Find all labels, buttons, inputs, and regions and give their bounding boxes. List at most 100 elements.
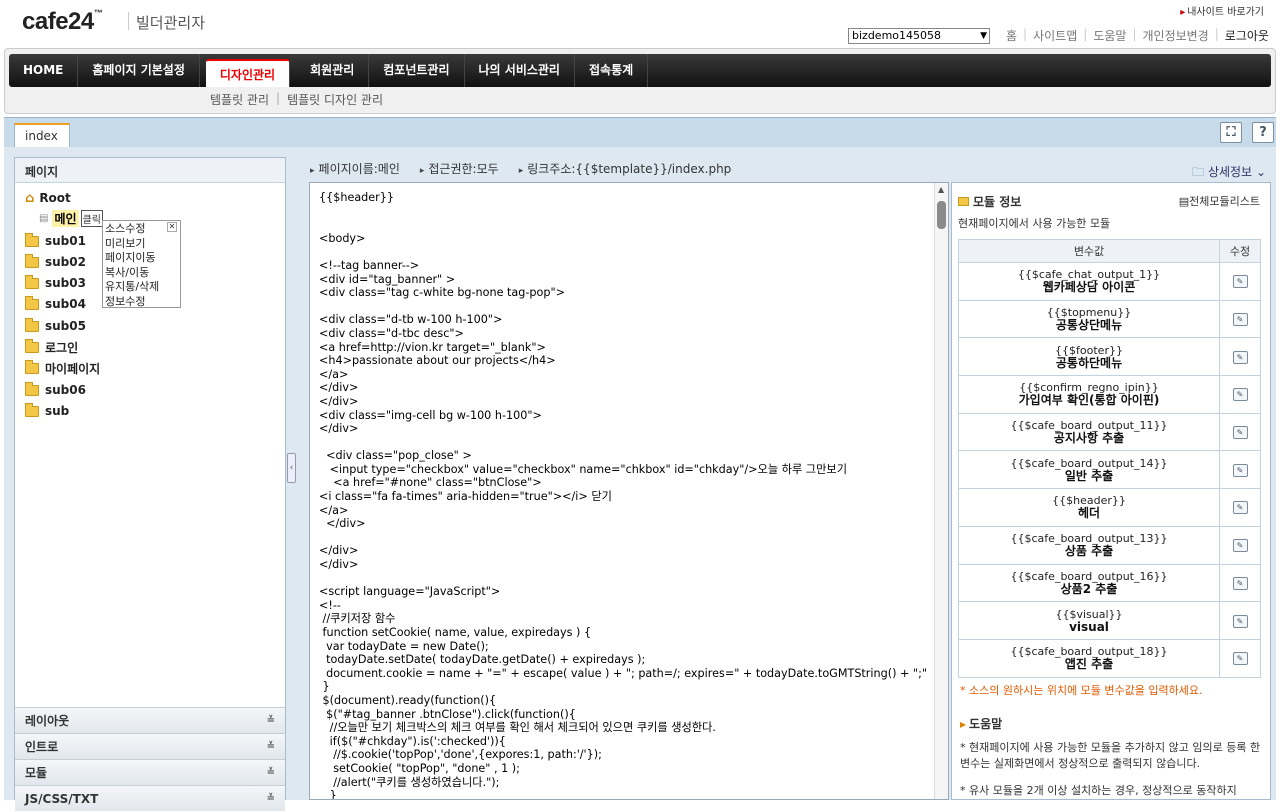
col-edit: 수정: [1219, 239, 1261, 263]
site-select-value: bizdemo145058: [852, 29, 941, 42]
folder-label: 마이페이지: [45, 361, 101, 376]
edit-icon[interactable]: ✎: [1232, 539, 1248, 553]
accordion-module[interactable]: 모듈 ≚: [15, 759, 285, 785]
menu-item-delete[interactable]: 유지통/삭제: [105, 280, 178, 295]
edit-icon[interactable]: ✎: [1232, 576, 1248, 590]
menu-item-edit-info[interactable]: 정보수정: [105, 295, 178, 310]
folder-icon: [25, 232, 39, 247]
tree-folder[interactable]: sub06: [25, 381, 86, 399]
main-nav: HOME 홈페이지 기본설정 디자인관리 회원관리 컴포넌트관리 나의 서비스관…: [9, 54, 1271, 87]
panel-title: 페이지: [15, 158, 285, 183]
click-badge[interactable]: 클릭: [80, 210, 103, 227]
folder-icon: [25, 317, 39, 332]
accordion-label: 모듈: [25, 766, 48, 780]
edit-icon[interactable]: ✎: [1232, 313, 1248, 327]
tree-folder[interactable]: sub01: [25, 232, 86, 250]
close-icon[interactable]: ✕: [167, 222, 177, 232]
edit-icon[interactable]: ✎: [1232, 388, 1248, 402]
nav-basic-settings[interactable]: 홈페이지 기본설정: [78, 54, 200, 87]
module-cell: {{$cafe_board_output_11}} 공지사항 추출: [958, 412, 1220, 452]
code-editor[interactable]: {{$header}} <body> <!--tag banner--> <di…: [309, 182, 949, 800]
accordion-layout[interactable]: 레이아웃 ≚: [15, 707, 285, 733]
menu-item-copy-move[interactable]: 복사/이동: [105, 266, 178, 281]
scroll-up-icon[interactable]: ▲: [938, 185, 944, 194]
tree-root[interactable]: ⌂ Root: [25, 189, 71, 207]
nav-members[interactable]: 회원관리: [296, 54, 370, 87]
tab-index[interactable]: index: [14, 123, 70, 148]
my-site-link[interactable]: 내사이트 바로가기: [1180, 3, 1264, 18]
help-icon[interactable]: ?: [1252, 122, 1274, 143]
menu-item-preview[interactable]: 미리보기: [105, 237, 178, 252]
home-icon: ⌂: [25, 190, 35, 206]
subnav-template-design[interactable]: 템플릿 디자인 관리: [287, 91, 383, 108]
site-select[interactable]: bizdemo145058 ▼: [848, 28, 990, 44]
divider: |: [1132, 27, 1137, 41]
subnav-template[interactable]: 템플릿 관리: [210, 91, 269, 108]
menu-item-move-page[interactable]: 페이지이동: [105, 251, 178, 266]
tree-folder[interactable]: sub02: [25, 253, 86, 271]
edit-icon[interactable]: ✎: [1232, 614, 1248, 628]
edit-icon[interactable]: ✎: [1232, 501, 1248, 515]
all-modules-link[interactable]: ▤전체모듈리스트: [1179, 193, 1260, 209]
edit-icon[interactable]: ✎: [1232, 463, 1248, 477]
chevron-down-icon: ⌄: [1255, 165, 1266, 179]
tree-root-label: Root: [39, 191, 71, 205]
tab-bar: index ⛶ ?: [4, 117, 1276, 148]
edit-icon[interactable]: ✎: [1232, 275, 1248, 289]
sitemap-link[interactable]: 사이트맵: [1033, 27, 1077, 44]
profile-link[interactable]: 개인정보변경: [1142, 27, 1208, 44]
accordion-js-css[interactable]: JS/CSS/TXT ≚: [15, 785, 285, 811]
divider: |: [276, 91, 281, 105]
edit-icon[interactable]: ✎: [1232, 350, 1248, 364]
nav-my-services[interactable]: 나의 서비스관리: [465, 54, 575, 87]
collapse-left-button[interactable]: ‹: [287, 453, 296, 483]
edit-cell: ✎: [1219, 450, 1261, 490]
logout-link[interactable]: 로그아웃: [1225, 27, 1269, 44]
module-cell: {{$cafe_chat_output_1}} 웹카페상담 아이콘: [958, 262, 1220, 301]
tree-folder[interactable]: 로그인: [25, 338, 78, 356]
edit-icon[interactable]: ✎: [1232, 426, 1248, 440]
cafe24-logo[interactable]: cafe24™: [22, 8, 103, 36]
edit-icon[interactable]: ✎: [1232, 652, 1248, 666]
chevron-down-icon: ≚: [266, 741, 275, 752]
folder-label: sub01: [45, 234, 86, 248]
module-table: 변수값 수정 {{$cafe_chat_output_1}} 웹카페상담 아이콘 ✎…: [958, 239, 1261, 678]
table-row: {{$confirm_regno_ipin}} 가입여부 확인(통합 아이핀) ✎: [958, 375, 1261, 414]
module-note: * 소스의 원하시는 위치에 모듈 변수값을 입력하세요.: [960, 684, 1203, 697]
tree-item-main[interactable]: ▤ 메인 클릭: [39, 210, 103, 227]
module-name: 헤더: [1077, 506, 1101, 521]
folder-label: sub: [45, 404, 70, 418]
nav-design[interactable]: 디자인관리: [205, 59, 291, 87]
nav-home[interactable]: HOME: [9, 54, 79, 87]
code-content[interactable]: {{$header}} <body> <!--tag banner--> <di…: [319, 191, 927, 799]
edit-cell: ✎: [1219, 525, 1261, 565]
table-row: {{$topmenu}} 공통상단메뉴 ✎: [958, 299, 1261, 339]
module-info-panel: 모듈 정보 ▤전체모듈리스트 현재페이지에서 사용 가능한 모듈 변수값 수정 …: [951, 182, 1271, 800]
nav-stats[interactable]: 접속통계: [575, 54, 649, 87]
edit-cell: ✎: [1219, 563, 1261, 603]
detail-toggle[interactable]: 🗀 상세정보 ⌄: [1192, 163, 1266, 184]
scroll-thumb[interactable]: [937, 201, 946, 229]
tree-folder[interactable]: sub05: [25, 317, 86, 335]
fullscreen-icon[interactable]: ⛶: [1220, 122, 1242, 143]
divider: |: [1214, 27, 1219, 41]
logo-divider: [128, 12, 129, 30]
top-header: cafe24™ 빌더관리자 내사이트 바로가기 bizdemo145058 ▼ 홈…: [0, 0, 1280, 48]
table-row: {{$cafe_chat_output_1}} 웹카페상담 아이콘 ✎: [958, 262, 1261, 301]
help-link[interactable]: 도움말: [1093, 27, 1126, 44]
tree-folder[interactable]: sub03: [25, 274, 86, 292]
module-cell: {{$cafe_board_output_13}} 상품 추출: [958, 525, 1220, 565]
accordion-intro[interactable]: 인트로 ≚: [15, 733, 285, 759]
sub-nav: 템플릿 관리 | 템플릿 디자인 관리: [210, 91, 383, 108]
tree-folder[interactable]: 마이페이지: [25, 359, 100, 377]
edit-cell: ✎: [1219, 262, 1261, 301]
editor-scrollbar[interactable]: ▲: [934, 183, 948, 799]
edit-cell: ✎: [1219, 299, 1261, 339]
divider: |: [1083, 27, 1088, 41]
help-title: 도움말: [960, 715, 1002, 732]
tree-folder[interactable]: sub: [25, 402, 69, 420]
tree-folder[interactable]: sub04: [25, 295, 86, 313]
folder-icon: [25, 274, 39, 289]
nav-components[interactable]: 컴포넌트관리: [369, 54, 465, 87]
home-link[interactable]: 홈: [1006, 27, 1017, 44]
